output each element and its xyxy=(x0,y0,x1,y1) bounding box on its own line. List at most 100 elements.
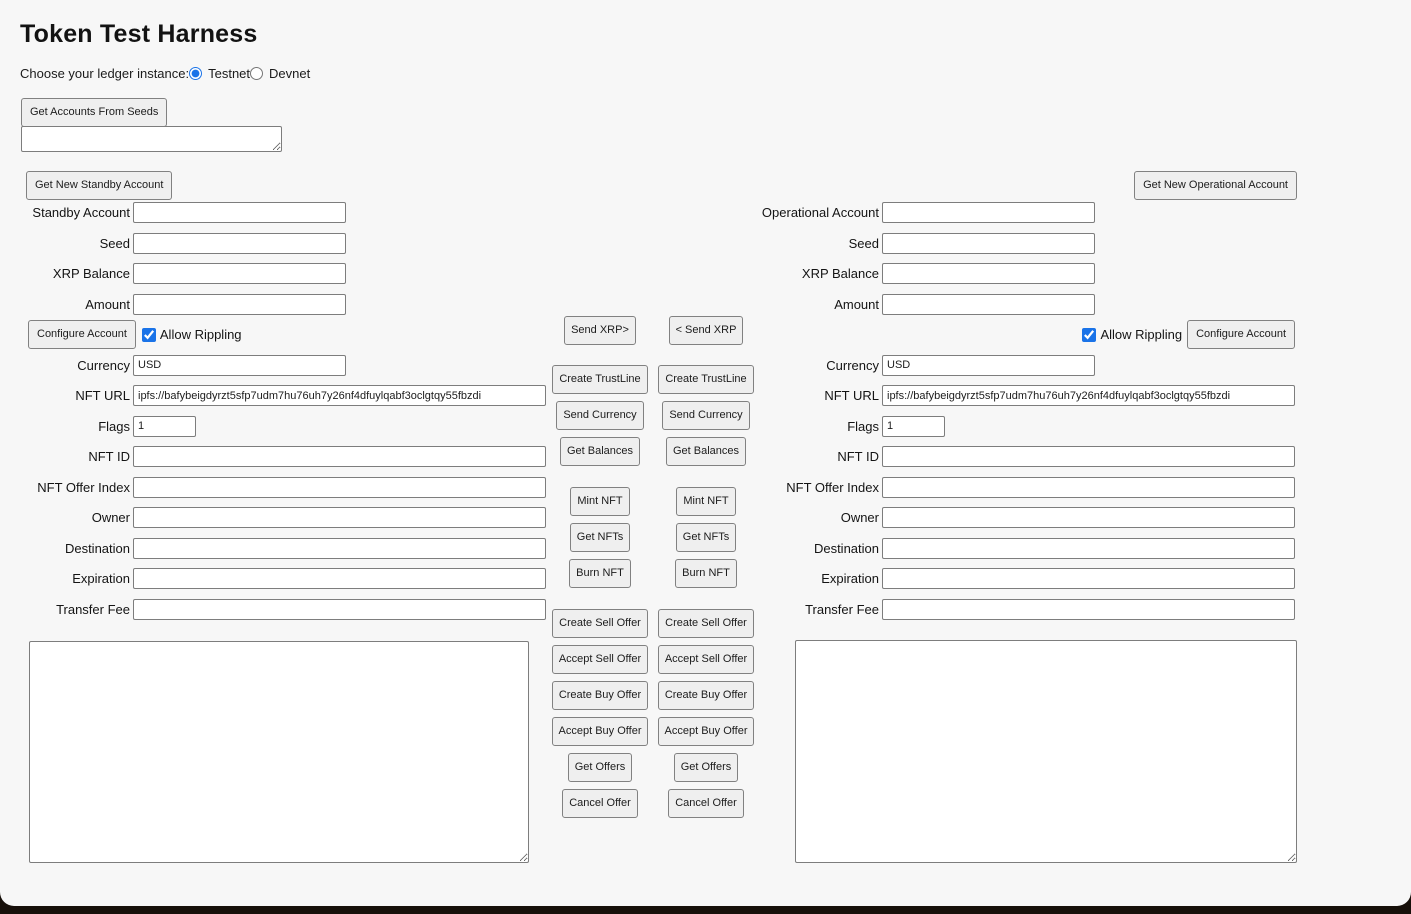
operational-transfer-fee-input[interactable] xyxy=(882,599,1295,620)
standby-configure-account-button[interactable]: Configure Account xyxy=(28,320,136,349)
get-nfts-standby-button[interactable]: Get NFTs xyxy=(570,523,630,552)
standby-flags-row: Flags xyxy=(0,416,560,437)
standby-flags-input[interactable] xyxy=(133,416,196,437)
send-xrp-to-operational-button[interactable]: Send XRP> xyxy=(564,316,636,345)
standby-nft-url-input[interactable] xyxy=(133,385,546,406)
standby-expiration-row: Expiration xyxy=(0,568,560,589)
standby-currency-input[interactable] xyxy=(133,355,346,376)
accept-buy-offer-standby-button[interactable]: Accept Buy Offer xyxy=(552,717,649,746)
operational-flags-label: Flags xyxy=(749,419,882,434)
create-buy-offer-operational-button[interactable]: Create Buy Offer xyxy=(658,681,754,710)
operational-account-input[interactable] xyxy=(882,202,1095,223)
operational-currency-row: Currency xyxy=(749,355,1295,376)
operational-owner-row: Owner xyxy=(749,507,1295,528)
create-sell-offer-standby-button[interactable]: Create Sell Offer xyxy=(552,609,648,638)
get-offers-operational-button[interactable]: Get Offers xyxy=(674,753,739,782)
get-offers-standby-button[interactable]: Get Offers xyxy=(568,753,633,782)
operational-allow-rippling-checkbox[interactable] xyxy=(1082,328,1096,342)
testnet-radio-label: Testnet xyxy=(208,66,250,81)
standby-account-input[interactable] xyxy=(133,202,346,223)
standby-destination-input[interactable] xyxy=(133,538,546,559)
operational-nft-url-row: NFT URL xyxy=(749,385,1295,406)
get-balances-standby-button[interactable]: Get Balances xyxy=(560,437,640,466)
standby-nft-offer-index-input[interactable] xyxy=(133,477,546,498)
operational-flags-input[interactable] xyxy=(882,416,945,437)
standby-expiration-input[interactable] xyxy=(133,568,546,589)
get-nfts-operational-button[interactable]: Get NFTs xyxy=(676,523,736,552)
operational-results-textarea[interactable] xyxy=(795,640,1297,863)
standby-account-label: Standby Account xyxy=(0,205,133,220)
mint-nft-operational-button[interactable]: Mint NFT xyxy=(676,487,735,516)
standby-nft-offer-index-row: NFT Offer Index xyxy=(0,477,560,498)
standby-currency-row: Currency xyxy=(0,355,560,376)
operational-destination-label: Destination xyxy=(749,541,882,556)
operational-nft-id-input[interactable] xyxy=(882,446,1295,467)
standby-owner-input[interactable] xyxy=(133,507,546,528)
operational-seed-input[interactable] xyxy=(882,233,1095,254)
operational-nft-id-label: NFT ID xyxy=(749,449,882,464)
operational-seed-label: Seed xyxy=(749,236,882,251)
cancel-offer-standby-button[interactable]: Cancel Offer xyxy=(562,789,638,818)
standby-nft-id-input[interactable] xyxy=(133,446,546,467)
devnet-radio-label: Devnet xyxy=(269,66,310,81)
standby-nft-url-label: NFT URL xyxy=(0,388,133,403)
get-new-standby-account-button[interactable]: Get New Standby Account xyxy=(26,171,172,200)
seeds-textarea[interactable] xyxy=(21,126,282,152)
create-trustline-operational-button[interactable]: Create TrustLine xyxy=(658,365,753,394)
operational-configure-account-button[interactable]: Configure Account xyxy=(1187,320,1295,349)
standby-allow-rippling-checkbox[interactable] xyxy=(142,328,156,342)
burn-nft-standby-button[interactable]: Burn NFT xyxy=(569,559,631,588)
ledger-instance-label: Choose your ledger instance: xyxy=(20,66,189,81)
get-balances-operational-button[interactable]: Get Balances xyxy=(666,437,746,466)
operational-currency-input[interactable] xyxy=(882,355,1095,376)
standby-flags-label: Flags xyxy=(0,419,133,434)
standby-seed-row: Seed xyxy=(0,233,560,254)
operational-owner-label: Owner xyxy=(749,510,882,525)
mint-nft-standby-button[interactable]: Mint NFT xyxy=(570,487,629,516)
operational-nft-offer-index-input[interactable] xyxy=(882,477,1295,498)
standby-xrp-balance-input[interactable] xyxy=(133,263,346,284)
standby-nft-offer-index-label: NFT Offer Index xyxy=(0,480,133,495)
standby-currency-label: Currency xyxy=(0,358,133,373)
get-accounts-from-seeds-button[interactable]: Get Accounts From Seeds xyxy=(21,98,167,127)
accept-buy-offer-operational-button[interactable]: Accept Buy Offer xyxy=(658,717,755,746)
devnet-radio[interactable] xyxy=(250,67,263,80)
standby-transfer-fee-label: Transfer Fee xyxy=(0,602,133,617)
testnet-radio[interactable] xyxy=(189,67,202,80)
operational-fields: Operational Account Seed XRP Balance Amo… xyxy=(749,202,1295,620)
operational-nft-url-input[interactable] xyxy=(882,385,1295,406)
send-currency-operational-button[interactable]: Send Currency xyxy=(662,401,749,430)
operational-owner-input[interactable] xyxy=(882,507,1295,528)
standby-xrp-balance-label: XRP Balance xyxy=(0,266,133,281)
create-trustline-standby-button[interactable]: Create TrustLine xyxy=(552,365,647,394)
get-new-operational-account-button[interactable]: Get New Operational Account xyxy=(1134,171,1297,200)
standby-owner-row: Owner xyxy=(0,507,560,528)
operational-destination-row: Destination xyxy=(749,538,1295,559)
create-buy-offer-standby-button[interactable]: Create Buy Offer xyxy=(552,681,648,710)
operational-nft-offer-index-label: NFT Offer Index xyxy=(749,480,882,495)
accept-sell-offer-standby-button[interactable]: Accept Sell Offer xyxy=(552,645,648,674)
burn-nft-operational-button[interactable]: Burn NFT xyxy=(675,559,737,588)
standby-seed-input[interactable] xyxy=(133,233,346,254)
operational-nft-url-label: NFT URL xyxy=(749,388,882,403)
operational-nft-id-row: NFT ID xyxy=(749,446,1295,467)
operational-destination-input[interactable] xyxy=(882,538,1295,559)
operational-amount-label: Amount xyxy=(749,297,882,312)
standby-destination-label: Destination xyxy=(0,541,133,556)
operational-account-row: Operational Account xyxy=(749,202,1295,223)
operational-currency-label: Currency xyxy=(749,358,882,373)
cancel-offer-operational-button[interactable]: Cancel Offer xyxy=(668,789,744,818)
standby-transfer-fee-input[interactable] xyxy=(133,599,546,620)
send-currency-standby-button[interactable]: Send Currency xyxy=(556,401,643,430)
operational-xrp-balance-input[interactable] xyxy=(882,263,1095,284)
operational-amount-input[interactable] xyxy=(882,294,1095,315)
operational-expiration-input[interactable] xyxy=(882,568,1295,589)
standby-results-textarea[interactable] xyxy=(29,641,529,863)
send-xrp-to-standby-button[interactable]: < Send XRP xyxy=(669,316,744,345)
page: Token Test Harness Choose your ledger in… xyxy=(0,0,1411,906)
standby-owner-label: Owner xyxy=(0,510,133,525)
standby-amount-input[interactable] xyxy=(133,294,346,315)
operational-flags-row: Flags xyxy=(749,416,1295,437)
accept-sell-offer-operational-button[interactable]: Accept Sell Offer xyxy=(658,645,754,674)
create-sell-offer-operational-button[interactable]: Create Sell Offer xyxy=(658,609,754,638)
